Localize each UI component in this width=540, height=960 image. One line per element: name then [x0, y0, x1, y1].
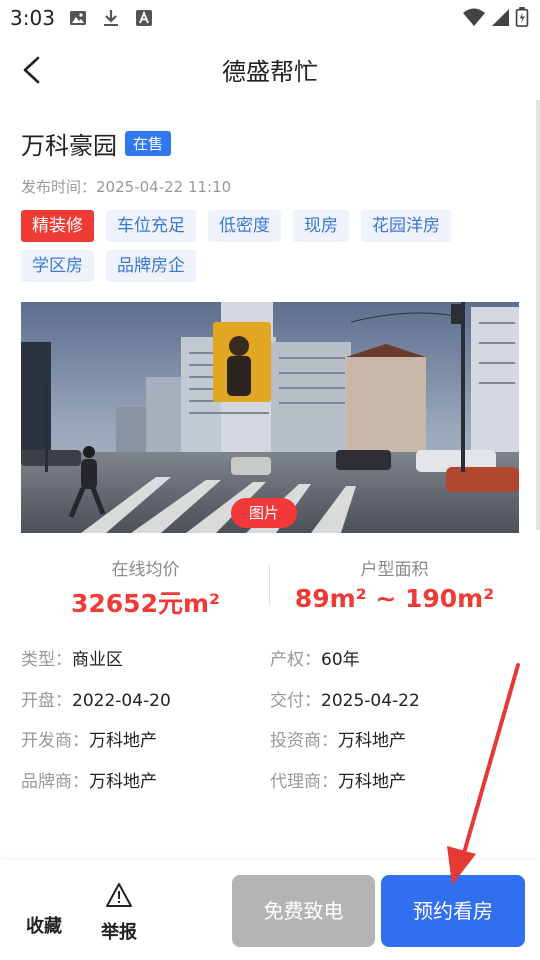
info-row: 产权：60年	[270, 645, 360, 670]
tag-item: 品牌房企	[106, 250, 196, 282]
info-row: 交付：2025-04-22	[270, 686, 420, 711]
stat-average-price: 在线均价 32652元m²	[21, 555, 270, 620]
photo-button[interactable]: 图片	[231, 498, 297, 528]
title-row: 万科豪园 在售	[21, 126, 172, 160]
stat-label: 户型面积	[360, 560, 429, 580]
report-button[interactable]: 举报	[96, 882, 142, 944]
tag-item: 现房	[293, 210, 349, 242]
app-header: 德盛帮忙	[0, 36, 540, 100]
stat-unit-area: 户型面积 89m² ~ 190m²	[270, 555, 519, 613]
book-viewing-button[interactable]: 预约看房	[381, 875, 525, 947]
info-key: 产权：	[270, 650, 321, 670]
tag-item: 低密度	[208, 210, 281, 242]
scrollbar[interactable]	[536, 100, 540, 530]
info-row: 投资商：万科地产	[270, 726, 406, 751]
info-row: 开盘：2022-04-20	[21, 686, 171, 711]
info-value: 万科地产	[89, 731, 157, 751]
property-name: 万科豪园	[21, 131, 117, 160]
detail-content[interactable]: 万科豪园 在售 发布时间：2025-04-22 11:10 精装修 车位充足 低…	[0, 100, 540, 860]
price-area-stats: 在线均价 32652元m² 户型面积 89m² ~ 190m²	[21, 555, 519, 620]
tag-item: 精装修	[21, 210, 94, 242]
publish-time-label: 发布时间：	[21, 178, 97, 196]
info-value: 2022-04-20	[72, 691, 171, 711]
status-bar: 3:03	[0, 0, 540, 36]
info-value: 商业区	[72, 650, 123, 670]
tag-item: 学区房	[21, 250, 94, 282]
info-value: 60年	[321, 650, 360, 670]
info-key: 品牌商：	[21, 772, 89, 792]
wifi-icon	[463, 8, 485, 26]
free-call-button[interactable]: 免费致电	[232, 875, 375, 947]
info-row: 品牌商：万科地产	[21, 767, 157, 792]
signal-icon	[492, 9, 509, 26]
info-value: 万科地产	[89, 772, 157, 792]
status-badge: 在售	[125, 130, 172, 156]
property-photo[interactable]: 图片	[21, 302, 519, 533]
stat-value: 32652元m²	[71, 589, 220, 618]
stat-value: 89m² ~ 190m²	[294, 584, 495, 613]
info-value: 万科地产	[338, 772, 406, 792]
publish-time-value: 2025-04-22 11:10	[96, 178, 232, 196]
tag-list: 精装修 车位充足 低密度 现房 花园洋房 学区房 品牌房企	[21, 210, 521, 282]
info-key: 开盘：	[21, 691, 72, 711]
publish-time: 发布时间：2025-04-22 11:10	[21, 176, 231, 197]
download-icon	[104, 10, 118, 26]
info-key: 开发商：	[21, 731, 89, 751]
info-row: 代理商：万科地产	[270, 767, 406, 792]
warning-icon	[106, 883, 132, 907]
image-icon	[70, 11, 86, 25]
stat-label: 在线均价	[111, 560, 180, 580]
bottom-action-bar: 收藏 举报 免费致电 预约看房	[0, 860, 540, 960]
info-key: 类型：	[21, 650, 72, 670]
favorite-button[interactable]: 收藏	[26, 912, 62, 938]
battery-icon	[515, 7, 529, 27]
status-time: 3:03	[10, 6, 55, 30]
tag-item: 车位充足	[106, 210, 196, 242]
info-key: 代理商：	[270, 772, 338, 792]
info-row: 开发商：万科地产	[21, 726, 157, 751]
report-label: 举报	[101, 922, 137, 943]
tag-item: 花园洋房	[361, 210, 451, 242]
info-row: 类型：商业区	[21, 645, 123, 670]
info-value: 万科地产	[338, 731, 406, 751]
info-value: 2025-04-22	[321, 691, 420, 711]
info-key: 交付：	[270, 691, 321, 711]
page-title: 德盛帮忙	[222, 58, 318, 86]
info-key: 投资商：	[270, 731, 338, 751]
text-icon	[136, 10, 152, 26]
